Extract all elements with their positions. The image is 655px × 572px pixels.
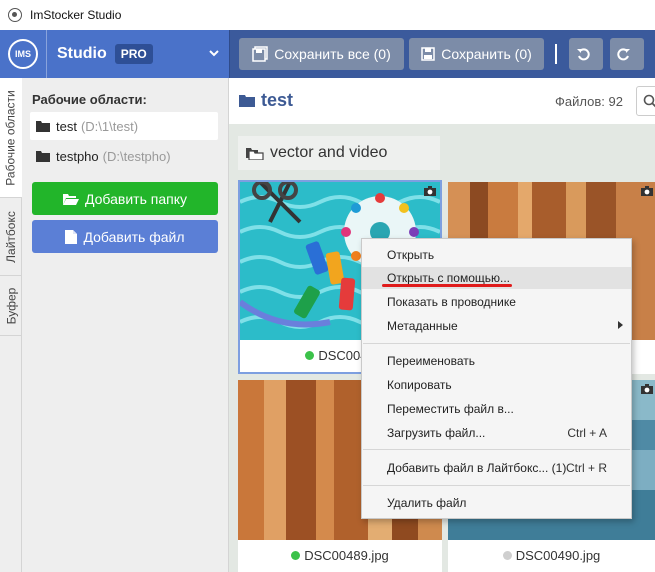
save-all-button[interactable]: Сохранить все (0)	[239, 38, 404, 70]
red-underline-annotation	[382, 284, 512, 287]
menu-item-upload[interactable]: Загрузить файл... Ctrl + A	[362, 422, 631, 444]
toolbar: Сохранить все (0) Сохранить (0)	[229, 30, 655, 78]
folder-icon	[239, 95, 255, 107]
chevron-down-icon[interactable]	[209, 48, 219, 58]
shortcut-label: Ctrl + A	[567, 426, 607, 440]
file-icon	[65, 229, 78, 244]
add-folder-label: Добавить папку	[85, 190, 187, 207]
undo-button[interactable]	[569, 38, 603, 70]
save-icon	[421, 47, 435, 61]
save-button[interactable]: Сохранить (0)	[409, 38, 544, 70]
folders-icon	[246, 148, 264, 160]
menu-item-rename[interactable]: Переименовать	[362, 350, 631, 372]
folder-name: test	[261, 90, 294, 110]
add-folder-button[interactable]: Добавить папку	[32, 182, 218, 215]
redo-button[interactable]	[610, 38, 644, 70]
title-bar: ImStocker Studio	[0, 0, 655, 30]
menu-item-metadata[interactable]: Метаданные	[362, 315, 631, 337]
menu-item-move[interactable]: Переместить файл в...	[362, 398, 631, 420]
ims-logo: IMS	[8, 39, 38, 69]
side-tabs: Рабочие области Лайтбокс Буфер	[0, 78, 22, 572]
camera-icon	[424, 186, 436, 196]
save-all-label: Сохранить все (0)	[274, 46, 391, 62]
context-menu: Открыть Открыть с помощью... Показать в …	[361, 238, 632, 519]
search-input[interactable]	[636, 86, 655, 116]
redo-icon	[617, 48, 630, 61]
toolbar-divider	[555, 44, 557, 64]
menu-divider	[363, 343, 630, 344]
menu-item-add-to-lightbox[interactable]: Добавить файл в Лайтбокс... (1) Ctrl + R	[362, 457, 631, 479]
folder-icon	[36, 121, 50, 132]
menu-divider	[363, 485, 630, 486]
app-icon	[8, 8, 22, 22]
workspaces-panel: Рабочие области: test (D:\1\test) testph…	[22, 78, 229, 572]
menu-item-copy[interactable]: Копировать	[362, 374, 631, 396]
workspace-name: test	[56, 118, 77, 134]
add-file-label: Добавить файл	[83, 228, 185, 245]
file-name: DSC00489.jpg	[238, 548, 442, 563]
submenu-arrow-icon	[618, 321, 623, 329]
workspace-item[interactable]: testpho (D:\testpho)	[30, 142, 218, 170]
status-dot	[291, 551, 301, 560]
workspaces-title: Рабочие области:	[32, 92, 147, 107]
add-file-button[interactable]: Добавить файл	[32, 220, 218, 253]
tab-workspaces[interactable]: Рабочие области	[0, 78, 22, 198]
save-all-icon	[252, 46, 268, 62]
camera-icon	[641, 384, 653, 394]
folder-header: test Файлов: 92	[229, 78, 655, 124]
menu-item-open[interactable]: Открыть	[362, 244, 631, 266]
menu-item-show-in-explorer[interactable]: Показать в проводнике	[362, 291, 631, 313]
status-dot	[502, 551, 512, 560]
tab-lightbox[interactable]: Лайтбокс	[0, 198, 22, 276]
files-count: Файлов: 92	[555, 94, 623, 109]
brand-switcher[interactable]: IMS Studio PRO	[0, 30, 229, 78]
brand-name: Studio	[57, 45, 107, 62]
subfolder-name: vector and video	[270, 144, 388, 161]
camera-icon	[641, 186, 653, 196]
shortcut-label: Ctrl + R	[565, 461, 607, 475]
search-icon	[643, 94, 655, 108]
tab-buffer[interactable]: Буфер	[0, 276, 22, 336]
menu-divider	[363, 449, 630, 450]
brand-divider	[46, 30, 47, 78]
file-name: DSC00490.jpg	[448, 548, 655, 563]
save-label: Сохранить (0)	[441, 46, 532, 62]
window-title: ImStocker Studio	[30, 8, 122, 22]
undo-icon	[577, 48, 590, 61]
subfolder-item[interactable]: vector and video	[238, 136, 440, 170]
current-folder: test	[239, 90, 293, 111]
pro-badge: PRO	[114, 44, 153, 64]
folder-icon	[36, 151, 50, 162]
workspace-name: testpho	[56, 148, 99, 164]
workspace-path: (D:\testpho)	[102, 148, 171, 164]
status-dot	[305, 351, 315, 360]
workspace-path: (D:\1\test)	[80, 118, 139, 134]
workspace-item[interactable]: test (D:\1\test)	[30, 112, 218, 140]
menu-item-delete[interactable]: Удалить файл	[362, 492, 631, 514]
folder-open-icon	[63, 193, 79, 205]
app-header: IMS Studio PRO Сохранить все (0) Сохрани…	[0, 30, 655, 78]
